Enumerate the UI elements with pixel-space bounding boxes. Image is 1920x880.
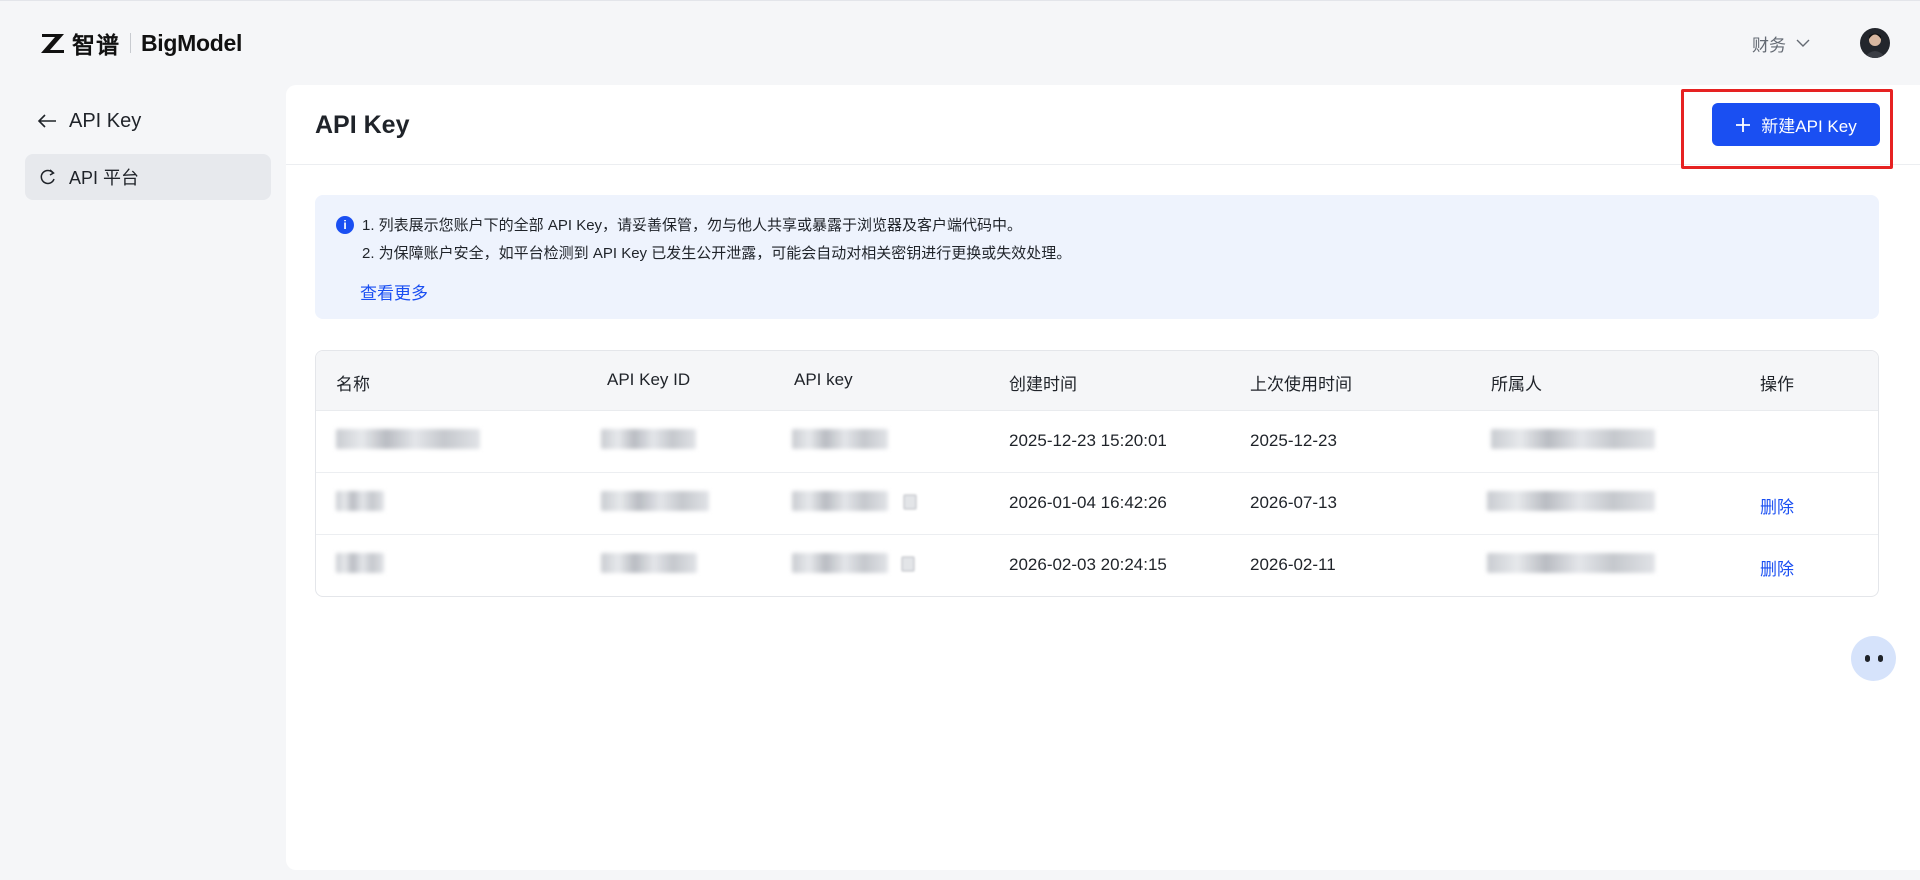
back-to-api-key[interactable]: API Key bbox=[25, 100, 271, 142]
brand-name-cn: 智谱 bbox=[72, 32, 120, 58]
api-key-table: 名称 API Key ID API key 创建时间 上次使用时间 所属人 操作… bbox=[315, 350, 1879, 597]
table-header: 名称 API Key ID API key 创建时间 上次使用时间 所属人 操作 bbox=[316, 351, 1878, 411]
arrow-left-icon bbox=[37, 114, 56, 128]
brand-logo[interactable]: 智谱 BigModel bbox=[40, 29, 243, 58]
column-header-key-id: API Key ID bbox=[607, 370, 691, 389]
masked-api-key bbox=[792, 491, 888, 511]
created-time: 2026-02-03 20:24:15 bbox=[1009, 555, 1167, 574]
last-used-time: 2026-07-13 bbox=[1250, 493, 1337, 512]
new-api-key-button[interactable]: 新建API Key bbox=[1712, 103, 1880, 146]
main-panel: API Key 新建API Key i 1. 列表展示您账户下的全部 API K… bbox=[286, 85, 1920, 870]
brand-divider bbox=[130, 33, 131, 53]
created-time: 2025-12-23 15:20:01 bbox=[1009, 431, 1167, 450]
brand-name-en: BigModel bbox=[141, 29, 243, 56]
last-used-time: 2026-02-11 bbox=[1250, 555, 1336, 574]
finance-menu-label: 财务 bbox=[1752, 36, 1786, 55]
new-api-key-label: 新建API Key bbox=[1761, 117, 1857, 136]
api-platform-icon bbox=[40, 169, 55, 185]
zhipu-logo-icon bbox=[41, 34, 64, 53]
page-title: API Key bbox=[315, 111, 410, 139]
sidebar-item-api-platform[interactable]: API 平台 bbox=[25, 154, 271, 200]
info-icon: i bbox=[336, 216, 354, 234]
masked-api-key bbox=[792, 553, 888, 573]
masked-owner bbox=[1491, 429, 1655, 449]
column-header-name: 名称 bbox=[336, 375, 370, 394]
masked-name bbox=[336, 491, 384, 511]
main-header: API Key 新建API Key bbox=[286, 85, 1920, 169]
sidebar: API Key API 平台 bbox=[25, 100, 271, 200]
avatar[interactable] bbox=[1860, 28, 1890, 58]
assistant-bot-icon[interactable] bbox=[1851, 636, 1896, 681]
delete-link[interactable]: 删除 bbox=[1760, 493, 1794, 518]
delete-link[interactable]: 删除 bbox=[1760, 555, 1794, 580]
bot-eye bbox=[1877, 655, 1883, 662]
notice-line-1: 1. 列表展示您账户下的全部 API Key，请妥善保管，勿与他人共享或暴露于浏… bbox=[362, 217, 1023, 234]
plus-icon bbox=[1736, 117, 1751, 132]
sidebar-item-label: API 平台 bbox=[69, 168, 140, 188]
masked-owner bbox=[1487, 553, 1655, 573]
masked-owner bbox=[1487, 491, 1655, 511]
column-header-actions: 操作 bbox=[1760, 375, 1794, 394]
copy-icon[interactable] bbox=[900, 556, 916, 572]
masked-api-key bbox=[792, 429, 888, 449]
view-more-link[interactable]: 查看更多 bbox=[360, 279, 428, 304]
chevron-down-icon bbox=[1796, 39, 1810, 47]
column-header-api-key: API key bbox=[794, 370, 853, 389]
created-time: 2026-01-04 16:42:26 bbox=[1009, 493, 1167, 512]
masked-key-id bbox=[601, 491, 709, 511]
copy-icon[interactable] bbox=[902, 494, 918, 510]
back-label: API Key bbox=[69, 109, 142, 132]
top-bar: 智谱 BigModel 财务 bbox=[0, 0, 1920, 80]
masked-key-id bbox=[601, 553, 697, 573]
column-header-last-used: 上次使用时间 bbox=[1250, 375, 1352, 394]
masked-name bbox=[336, 553, 384, 573]
finance-menu[interactable]: 财务 bbox=[1752, 31, 1810, 56]
table-row: 2026-02-03 20:24:15 2026-02-11 删除 bbox=[316, 535, 1878, 596]
bot-eye bbox=[1864, 655, 1870, 662]
notice-banner: i 1. 列表展示您账户下的全部 API Key，请妥善保管，勿与他人共享或暴露… bbox=[315, 195, 1879, 319]
column-header-owner: 所属人 bbox=[1491, 375, 1542, 394]
table-row: 2026-01-04 16:42:26 2026-07-13 删除 bbox=[316, 473, 1878, 535]
notice-line-2: 2. 为保障账户安全，如平台检测到 API Key 已发生公开泄露，可能会自动对… bbox=[362, 245, 1072, 262]
table-row: 2025-12-23 15:20:01 2025-12-23 bbox=[316, 411, 1878, 473]
last-used-time: 2025-12-23 bbox=[1250, 431, 1337, 450]
masked-name bbox=[336, 429, 480, 449]
column-header-created: 创建时间 bbox=[1009, 375, 1077, 394]
masked-key-id bbox=[601, 429, 696, 449]
